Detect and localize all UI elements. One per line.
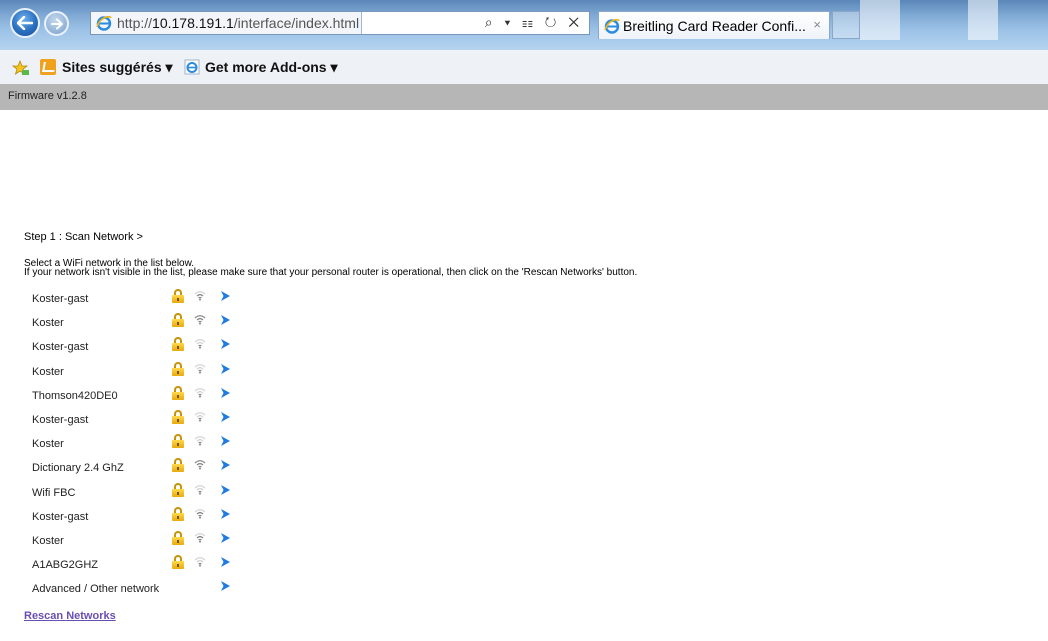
back-button[interactable]: [10, 8, 40, 38]
network-row[interactable]: Koster-gast: [24, 506, 424, 530]
chevron-right-icon[interactable]: [220, 580, 231, 592]
network-name: Koster-gast: [32, 293, 89, 305]
chevron-right-icon[interactable]: [220, 532, 231, 544]
suggested-sites-link[interactable]: Sites suggérés ▾: [62, 59, 173, 76]
lock-icon: [172, 313, 184, 328]
address-tools[interactable]: ⌕ ▾ ☷ ↻ ✕: [485, 14, 583, 31]
instructions-line-2: If your network isn't visible in the lis…: [24, 267, 638, 278]
address-field[interactable]: http://10.178.191.1/interface/index.html: [91, 12, 362, 34]
wifi-icon: [194, 436, 206, 446]
wifi-icon: [194, 557, 206, 567]
network-row[interactable]: Dictionary 2.4 GhZ: [24, 457, 424, 481]
network-row[interactable]: Koster: [24, 530, 424, 554]
wifi-icon: [194, 412, 206, 422]
chevron-right-icon[interactable]: [220, 411, 231, 423]
wifi-icon: [194, 387, 206, 398]
new-tab-button[interactable]: [832, 11, 860, 39]
chevron-right-icon[interactable]: [220, 314, 231, 326]
favorites-bar: Sites suggérés ▾ Get more Add-ons ▾: [0, 50, 1048, 85]
chevron-right-icon[interactable]: [220, 484, 231, 496]
network-row[interactable]: Thomson420DE0: [24, 385, 424, 409]
network-name: Koster: [32, 365, 64, 378]
network-name: Dictionary 2.4 GhZ: [32, 462, 124, 475]
wifi-icon: [194, 291, 206, 301]
chevron-right-icon[interactable]: [220, 508, 231, 520]
network-row[interactable]: Koster-gast: [24, 336, 424, 360]
titlebar-decoration: [860, 0, 900, 40]
network-name: Koster-gast: [32, 510, 89, 523]
lock-icon: [172, 482, 184, 497]
favorites-star-icon[interactable]: [12, 60, 30, 76]
network-row[interactable]: Koster-gast: [24, 409, 424, 433]
lock-icon: [172, 337, 184, 352]
network-row[interactable]: A1ABG2GHZ: [24, 554, 424, 578]
firmware-label: Firmware v1.2.8: [8, 90, 87, 102]
network-row[interactable]: Advanced / Other network: [24, 578, 424, 602]
forward-button[interactable]: [44, 11, 69, 36]
ie-page-icon: [96, 15, 112, 31]
chevron-right-icon[interactable]: [220, 387, 231, 399]
wifi-icon: [194, 532, 206, 543]
network-name: Koster: [32, 438, 64, 451]
network-name: Thomson420DE0: [32, 389, 118, 402]
network-row[interactable]: Koster: [24, 433, 424, 457]
network-row[interactable]: Wifi FBC: [24, 482, 424, 506]
lock-icon: [172, 289, 184, 303]
rescan-networks-link[interactable]: Rescan Networks: [24, 610, 116, 622]
lock-icon: [172, 409, 184, 424]
network-name: Koster: [32, 317, 64, 330]
step-title: Step 1 : Scan Network >: [24, 231, 143, 243]
instructions: Select a WiFi network in the list below.…: [24, 259, 638, 278]
firmware-bar: Firmware v1.2.8: [0, 84, 1048, 110]
ie-tab-icon: [604, 18, 620, 34]
wifi-icon: [194, 315, 206, 325]
lock-icon: [172, 506, 184, 521]
chevron-right-icon[interactable]: [220, 363, 231, 375]
wifi-icon: [194, 484, 206, 495]
network-row[interactable]: Koster: [24, 361, 424, 385]
chevron-right-icon[interactable]: [220, 556, 231, 568]
addons-page-icon: [184, 59, 200, 75]
address-bar[interactable]: http://10.178.191.1/interface/index.html…: [90, 11, 590, 35]
suggested-sites-icon: [40, 59, 56, 75]
lock-icon: [172, 385, 184, 400]
lock-icon: [172, 434, 184, 449]
wifi-icon: [194, 339, 206, 349]
network-name: Wifi FBC: [32, 486, 76, 499]
chevron-right-icon[interactable]: [220, 290, 231, 302]
network-name: Koster-gast: [32, 413, 89, 426]
tab-breitling[interactable]: Breitling Card Reader Confi... ×: [598, 11, 830, 39]
tab-title: Breitling Card Reader Confi...: [623, 18, 806, 34]
chevron-right-icon[interactable]: [220, 435, 231, 447]
titlebar-decoration: [968, 0, 998, 40]
network-name: Koster: [32, 534, 64, 547]
back-arrow-icon: [17, 16, 33, 30]
wifi-icon: [194, 508, 206, 519]
lock-icon: [172, 555, 184, 570]
network-name: Advanced / Other network: [32, 583, 160, 596]
lock-icon: [172, 458, 184, 473]
network-row[interactable]: Koster: [24, 312, 424, 336]
chevron-right-icon[interactable]: [220, 338, 231, 350]
network-name: Koster-gast: [32, 341, 89, 354]
forward-arrow-icon: [50, 18, 63, 29]
network-row[interactable]: Koster-gast: [24, 288, 424, 312]
network-name: A1ABG2GHZ: [32, 559, 99, 572]
browser-titlebar: http://10.178.191.1/interface/index.html…: [0, 0, 1048, 50]
get-addons-link[interactable]: Get more Add-ons ▾: [205, 59, 338, 76]
network-list: Koster-gast Koster Koster-gast Koster Thomso…: [24, 288, 424, 602]
wifi-icon: [194, 460, 206, 470]
tab-close-icon[interactable]: ×: [813, 17, 821, 32]
lock-icon: [172, 361, 184, 376]
lock-icon: [172, 530, 184, 545]
wifi-icon: [194, 363, 206, 374]
chevron-right-icon[interactable]: [220, 459, 231, 471]
url-text: http://10.178.191.1/interface/index.html: [117, 15, 360, 31]
